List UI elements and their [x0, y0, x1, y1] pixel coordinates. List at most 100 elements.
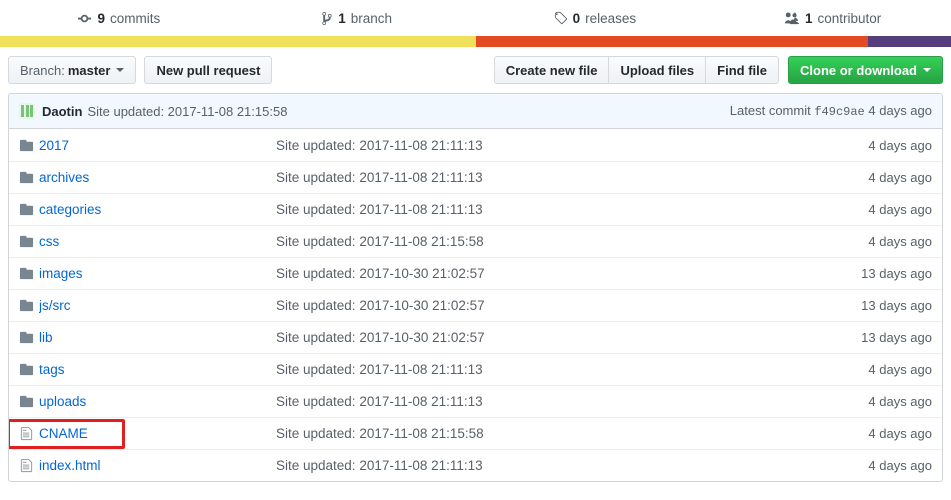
commit-message-cell[interactable]: Site updated: 2017-11-08 21:15:58 — [276, 426, 812, 441]
file-icon — [19, 458, 39, 473]
commit-age-cell: 4 days ago — [868, 170, 932, 185]
clone-or-download-label: Clone or download — [800, 62, 917, 78]
file-name-cell: CNAME — [39, 426, 276, 441]
commit-message-cell[interactable]: Site updated: 2017-11-08 21:11:13 — [276, 202, 812, 217]
stat-releases[interactable]: 0 releases — [476, 0, 714, 36]
file-name-link[interactable]: index.html — [39, 458, 101, 473]
file-name-link[interactable]: 2017 — [39, 138, 69, 153]
stat-branches-label: branch — [350, 10, 393, 26]
commit-message-cell[interactable]: Site updated: 2017-11-08 21:11:13 — [276, 394, 812, 409]
language-segment-html[interactable] — [475, 36, 869, 47]
folder-icon — [19, 298, 39, 313]
tag-icon — [553, 11, 568, 26]
file-name-link[interactable]: CNAME — [39, 426, 88, 441]
commit-sha-link[interactable]: f49c9ae — [814, 105, 864, 119]
toolbar-right-group: Create new file Upload files Find file C… — [493, 56, 943, 84]
people-icon — [783, 11, 800, 26]
commit-age-cell: 4 days ago — [868, 362, 932, 377]
file-name-link[interactable]: categories — [39, 202, 101, 217]
file-name-cell: archives — [39, 170, 276, 185]
commit-age: 4 days ago — [868, 103, 932, 118]
stat-contributors[interactable]: 1 contributor — [713, 0, 951, 36]
folder-icon — [19, 394, 39, 409]
commit-message-cell[interactable]: Site updated: 2017-10-30 21:02:57 — [276, 330, 812, 345]
file-name-link[interactable]: images — [39, 266, 83, 281]
table-row: lib Site updated: 2017-10-30 21:02:57 13 d… — [9, 321, 942, 353]
table-row: CNAME Site updated: 2017-11-08 21:15:58 4 … — [9, 417, 942, 449]
chevron-down-icon — [116, 68, 125, 72]
create-new-file-button[interactable]: Create new file — [493, 56, 610, 84]
commit-message-cell[interactable]: Site updated: 2017-11-08 21:15:58 — [276, 234, 812, 249]
table-row: tags Site updated: 2017-11-08 21:11:13 4 d… — [9, 353, 942, 385]
commit-age-cell: 13 days ago — [861, 266, 932, 281]
commit-message-cell[interactable]: Site updated: 2017-10-30 21:02:57 — [276, 298, 812, 313]
commit-message-cell[interactable]: Site updated: 2017-11-08 21:11:13 — [276, 170, 812, 185]
table-row: uploads Site updated: 2017-11-08 21:11:13… — [9, 385, 942, 417]
file-name-cell: lib — [39, 330, 276, 345]
commit-age-cell: 4 days ago — [868, 234, 932, 249]
stat-contributors-count: 1 — [804, 10, 813, 26]
commit-message-cell[interactable]: Site updated: 2017-11-08 21:11:13 — [276, 362, 812, 377]
repository-stats-bar: 9 commits 1 branch 0 releases 1 contribu… — [0, 0, 951, 36]
file-name-cell: js/src — [39, 298, 276, 313]
file-name-link[interactable]: archives — [39, 170, 89, 185]
repository-file-browser: 9 commits 1 branch 0 releases 1 contribu… — [0, 0, 951, 500]
commit-message-cell[interactable]: Site updated: 2017-11-08 21:11:13 — [276, 458, 812, 473]
table-row: 2017 Site updated: 2017-11-08 21:11:13 4 d… — [9, 129, 942, 161]
file-actions-group: Create new file Upload files Find file — [493, 56, 779, 84]
branch-prefix-label: Branch: — [20, 62, 65, 78]
clone-or-download-button[interactable]: Clone or download — [788, 56, 943, 84]
stat-releases-label: releases — [585, 10, 637, 26]
find-file-button[interactable]: Find file — [705, 56, 779, 84]
stat-releases-count: 0 — [572, 10, 581, 26]
file-rows-container: 2017 Site updated: 2017-11-08 21:11:13 4 d… — [9, 129, 942, 481]
stat-commits-count: 9 — [97, 10, 105, 26]
stat-commits[interactable]: 9 commits — [0, 0, 238, 36]
branch-name-label: master — [67, 62, 111, 78]
language-segment-css[interactable] — [868, 36, 951, 47]
file-name-cell: tags — [39, 362, 276, 377]
file-list-table: Daotin Site updated: 2017-11-08 21:15:58… — [8, 93, 943, 482]
commit-age-cell: 13 days ago — [861, 330, 932, 345]
folder-icon — [19, 138, 39, 153]
file-icon — [19, 426, 39, 441]
commit-message-cell[interactable]: Site updated: 2017-11-08 21:11:13 — [276, 138, 812, 153]
commit-author-link[interactable]: Daotin — [42, 104, 82, 119]
folder-icon — [19, 170, 39, 185]
folder-icon — [19, 234, 39, 249]
branch-selector-button[interactable]: Branch: master — [8, 56, 137, 84]
table-row: categories Site updated: 2017-11-08 21:11… — [9, 193, 942, 225]
avatar[interactable] — [19, 103, 35, 119]
latest-commit-label: Latest commit — [729, 103, 811, 118]
file-name-link[interactable]: tags — [39, 362, 65, 377]
stat-branches[interactable]: 1 branch — [238, 0, 476, 36]
commit-message-cell[interactable]: Site updated: 2017-10-30 21:02:57 — [276, 266, 812, 281]
commit-age-cell: 13 days ago — [861, 298, 932, 313]
branch-icon — [321, 11, 333, 26]
table-row: css Site updated: 2017-11-08 21:15:58 4 da… — [9, 225, 942, 257]
folder-icon — [19, 330, 39, 345]
file-name-cell: css — [39, 234, 276, 249]
commit-age-cell: 4 days ago — [868, 394, 932, 409]
table-row: js/src Site updated: 2017-10-30 21:02:57 1… — [9, 289, 942, 321]
file-name-cell: 2017 — [39, 138, 276, 153]
table-row: index.html Site updated: 2017-11-08 21:11… — [9, 449, 942, 481]
stat-branches-count: 1 — [338, 10, 346, 26]
commit-age-cell: 4 days ago — [868, 426, 932, 441]
folder-icon — [19, 202, 39, 217]
commit-message-link[interactable]: Site updated: 2017-11-08 21:15:58 — [87, 104, 287, 119]
new-pull-request-button[interactable]: New pull request — [144, 56, 273, 84]
file-name-link[interactable]: uploads — [39, 394, 86, 409]
file-name-cell: uploads — [39, 394, 276, 409]
file-name-link[interactable]: lib — [39, 330, 53, 345]
language-segment-javascript[interactable] — [0, 36, 476, 47]
file-name-cell: categories — [39, 202, 276, 217]
commit-age-cell: 4 days ago — [868, 137, 932, 153]
file-name-link[interactable]: css — [39, 234, 59, 249]
commit-icon — [77, 11, 92, 26]
file-name-link[interactable]: js/src — [39, 298, 71, 313]
upload-files-button[interactable]: Upload files — [608, 56, 707, 84]
stat-contributors-label: contributor — [817, 10, 882, 26]
commit-age-cell: 4 days ago — [868, 202, 932, 217]
folder-icon — [19, 266, 39, 281]
